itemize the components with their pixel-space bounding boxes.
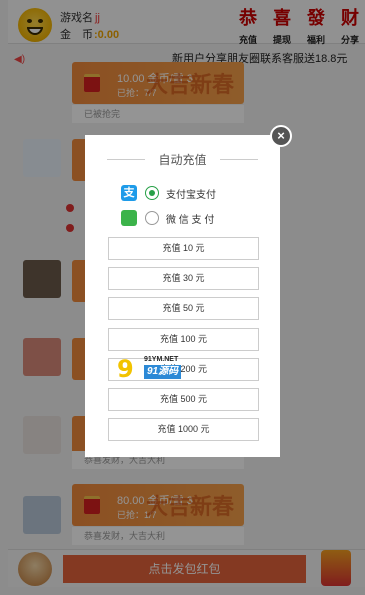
watermark-url: 91YM.NET <box>144 356 179 363</box>
pay-option-wechat[interactable]: 微 信 支 付 <box>121 209 261 227</box>
recharge-50-button[interactable]: 充值 50 元 <box>108 297 259 320</box>
title-divider <box>220 159 258 160</box>
recharge-30-button[interactable]: 充值 30 元 <box>108 267 259 290</box>
alipay-icon: 支 <box>121 185 137 201</box>
recharge-10-button[interactable]: 充值 10 元 <box>108 237 259 260</box>
close-dialog-button[interactable]: × <box>270 125 292 147</box>
app-screen: 游戏名 jj 金 币:0.00 恭 充值 喜 提现 發 福利 财 分享 ◀) 新用… <box>0 0 365 595</box>
recharge-1000-button[interactable]: 充值 1000 元 <box>108 418 259 441</box>
watermark-logo: 9 <box>117 355 134 383</box>
watermark-brand: 91源码 <box>144 365 182 379</box>
wechat-icon <box>121 210 137 226</box>
recharge-100-button[interactable]: 充值 100 元 <box>108 328 259 351</box>
pay-option-label: 微 信 支 付 <box>166 215 215 226</box>
pay-option-label: 支付宝支付 <box>166 190 216 201</box>
site-watermark: 9 91YM.NET 91源码 <box>117 356 195 382</box>
alipay-radio[interactable] <box>145 186 159 200</box>
dialog-header: 自动充值 <box>85 151 280 167</box>
wechat-radio[interactable] <box>145 211 159 225</box>
pay-option-alipay[interactable]: 支 支付宝支付 <box>121 184 261 202</box>
recharge-500-button[interactable]: 充值 500 元 <box>108 388 259 411</box>
recharge-dialog: 自动充值 支 支付宝支付 微 信 支 付 充值 10 元 充值 30 元 充值 … <box>85 135 280 457</box>
